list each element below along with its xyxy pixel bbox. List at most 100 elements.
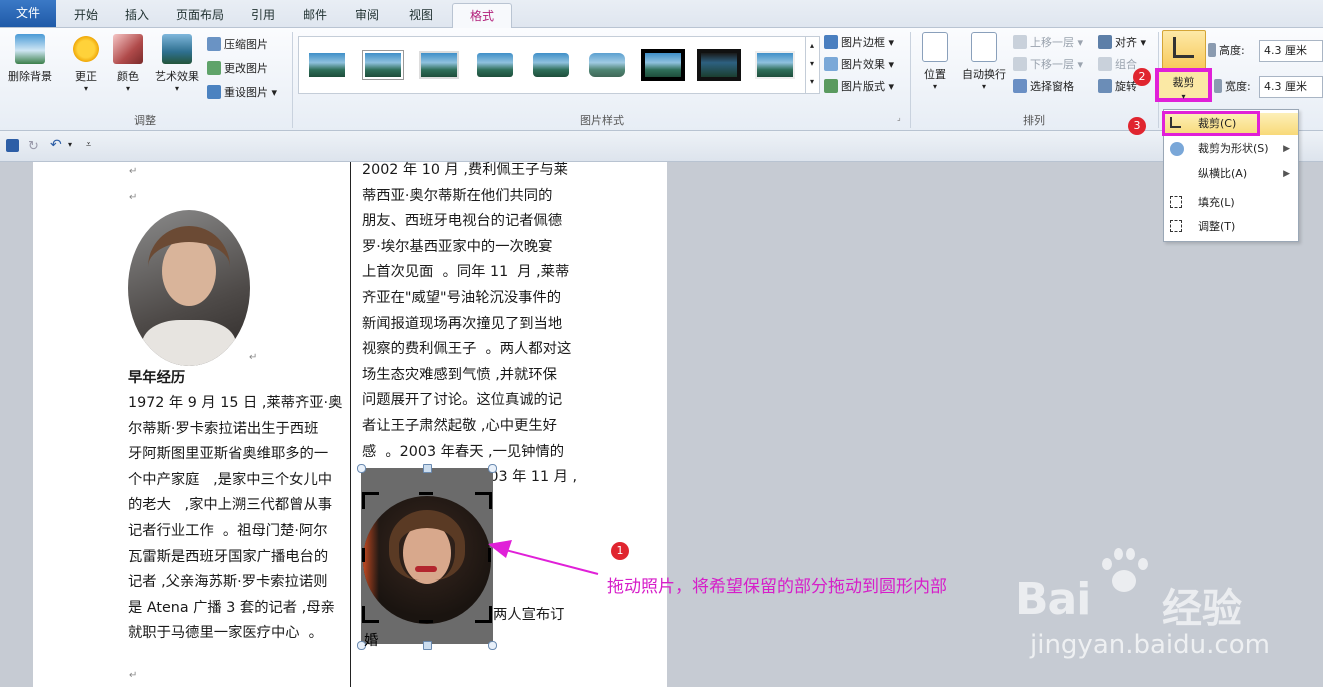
remove-background-button[interactable]: 删除背景	[4, 34, 56, 84]
crop-icon-button[interactable]	[1162, 30, 1206, 70]
reset-picture-button[interactable]: 重设图片 ▾	[207, 84, 277, 102]
style-thumb[interactable]	[585, 49, 629, 83]
tab-insert[interactable]: 插入	[114, 3, 160, 27]
resize-handle[interactable]	[488, 464, 497, 473]
crop-handle[interactable]	[362, 548, 365, 562]
menu-item-fill[interactable]: 填充(L)	[1164, 192, 1298, 214]
color-button[interactable]: 颜色 ▾	[110, 34, 146, 93]
menu-item-crop-to-shape[interactable]: 裁剪为形状(S) ▶	[1164, 138, 1298, 160]
selection-pane-button[interactable]: 选择窗格	[1013, 78, 1074, 96]
tab-page-layout[interactable]: 页面布局	[164, 3, 236, 27]
menu-item-fit[interactable]: 调整(T)	[1164, 216, 1298, 238]
dialog-launcher-icon[interactable]: ⌟	[897, 113, 901, 122]
customize-qat-icon[interactable]: ⩡	[86, 140, 91, 150]
resize-handle[interactable]	[423, 641, 432, 650]
text-line: 齐亚在"威望"号油轮沉没事件的	[362, 290, 562, 306]
group-objects-button[interactable]: 组合	[1098, 56, 1137, 74]
document-page[interactable]: ↵ ↵ ↵ 早年经历 1972 年 9 月 15 日 ,莱蒂齐亚·奥 尔蒂斯·罗卡…	[33, 162, 667, 687]
bring-forward-button[interactable]: 上移一层 ▾	[1013, 34, 1083, 52]
picture-styles-gallery[interactable]: ▴ ▾ ▾	[298, 36, 820, 94]
tab-view[interactable]: 视图	[398, 3, 444, 27]
style-thumb[interactable]	[361, 49, 405, 83]
fit-icon	[1170, 220, 1182, 232]
resize-handle[interactable]	[488, 641, 497, 650]
gallery-scroll[interactable]: ▴ ▾ ▾	[805, 37, 818, 93]
text-line: 蒂西亚·奥尔蒂斯在他们共同的	[362, 187, 553, 204]
crop-dropdown-menu: 裁剪(C) 裁剪为形状(S) ▶ 纵横比(A) ▶ 填充(L) 调整(T)	[1162, 109, 1299, 242]
menu-item-aspect-ratio[interactable]: 纵横比(A) ▶	[1164, 163, 1298, 185]
group-label-adjust: 调整	[134, 114, 156, 127]
align-icon	[1098, 35, 1112, 49]
circular-cropped-photo[interactable]	[363, 496, 491, 624]
ribbon-tab-bar: 文件 开始 插入 页面布局 引用 邮件 审阅 视图 格式	[0, 0, 1323, 28]
text-line: 朋友、西班牙电视台的记者佩德	[362, 213, 563, 230]
change-picture-button[interactable]: 更改图片	[207, 60, 268, 78]
text-line: 1972 年 9 月 15 日 ,莱蒂齐亚·奥	[128, 395, 343, 411]
remove-background-icon	[15, 34, 45, 64]
wrap-text-button[interactable]: 自动换行 ▾	[958, 32, 1010, 91]
compress-pictures-button[interactable]: 压缩图片	[207, 36, 268, 54]
watermark-brand: Bai	[1015, 574, 1091, 625]
style-thumb[interactable]	[529, 49, 573, 83]
picture-layout-icon	[824, 79, 838, 93]
text-line: 记者行业工作 。祖母门楚·阿尔	[128, 523, 328, 539]
tab-review[interactable]: 审阅	[344, 3, 390, 27]
style-thumb[interactable]	[697, 49, 741, 83]
text-line: 记者 ,父亲海苏斯·罗卡索拉诺则	[128, 574, 328, 591]
send-backward-icon	[1013, 57, 1027, 71]
group-label-picture-styles: 图片样式	[580, 114, 624, 127]
position-icon	[922, 32, 948, 62]
height-input[interactable]: 4.3 厘米	[1259, 40, 1323, 62]
resize-handle[interactable]	[357, 464, 366, 473]
crop-handle[interactable]	[419, 620, 433, 623]
tab-home[interactable]: 开始	[60, 3, 112, 27]
picture-border-button[interactable]: 图片边框 ▾	[824, 34, 894, 52]
step-badge-2: 2	[1133, 68, 1151, 86]
color-icon	[113, 34, 143, 64]
style-thumb[interactable]	[753, 49, 797, 83]
tab-format[interactable]: 格式	[452, 3, 512, 28]
artistic-effects-button[interactable]: 艺术效果 ▾	[150, 34, 204, 93]
crop-handle[interactable]	[419, 492, 433, 495]
style-thumb[interactable]	[417, 49, 461, 83]
picture-layout-button[interactable]: 图片版式 ▾	[824, 78, 894, 96]
picture-effects-icon	[824, 57, 838, 71]
corrections-button[interactable]: 更正 ▾	[66, 34, 106, 93]
crop-icon	[1173, 37, 1194, 58]
tab-file[interactable]: 文件	[0, 0, 56, 27]
compress-icon	[207, 37, 221, 51]
width-input[interactable]: 4.3 厘米	[1259, 76, 1323, 98]
crop-handle[interactable]	[475, 492, 492, 509]
ribbon: 删除背景 更正 ▾ 颜色 ▾ 艺术效果 ▾ 压缩图片 更改图片 重设图片 ▾ 调整 ▴…	[0, 28, 1323, 131]
section-heading: 早年经历	[128, 370, 186, 386]
portrait-oval-photo[interactable]	[128, 210, 250, 366]
annotation-arrow	[488, 540, 599, 575]
redo-icon[interactable]: ↻	[28, 139, 39, 154]
resize-handle[interactable]	[423, 464, 432, 473]
tab-mailings[interactable]: 邮件	[292, 3, 338, 27]
shape-icon	[1170, 142, 1184, 156]
tab-references[interactable]: 引用	[240, 3, 286, 27]
text-line: 感 。2003 年春天 ,一见钟情的	[362, 443, 565, 460]
picture-effects-button[interactable]: 图片效果 ▾	[824, 56, 894, 74]
height-icon	[1208, 43, 1216, 57]
rotate-button[interactable]: 旋转	[1098, 78, 1137, 96]
send-backward-button[interactable]: 下移一层 ▾	[1013, 56, 1083, 74]
crop-handle[interactable]	[362, 606, 379, 623]
crop-handle[interactable]	[475, 606, 492, 623]
hair-shape	[148, 226, 230, 308]
collar-shape	[142, 320, 236, 366]
crop-handle[interactable]	[362, 492, 379, 509]
undo-dropdown-icon[interactable]: ▾	[68, 140, 72, 149]
undo-icon[interactable]: ↶	[50, 137, 62, 153]
style-thumb[interactable]	[641, 49, 685, 83]
save-icon[interactable]	[6, 139, 19, 152]
crop-button[interactable]: 裁剪 ▾	[1155, 68, 1212, 102]
group-label-arrange: 排列	[1023, 114, 1045, 127]
align-button[interactable]: 对齐 ▾	[1098, 34, 1146, 52]
position-button[interactable]: 位置 ▾	[916, 32, 954, 91]
width-icon	[1214, 79, 1222, 93]
style-thumb[interactable]	[305, 49, 349, 83]
style-thumb[interactable]	[473, 49, 517, 83]
annotation-text: 拖动照片，将希望保留的部分拖动到圆形内部	[607, 577, 947, 597]
